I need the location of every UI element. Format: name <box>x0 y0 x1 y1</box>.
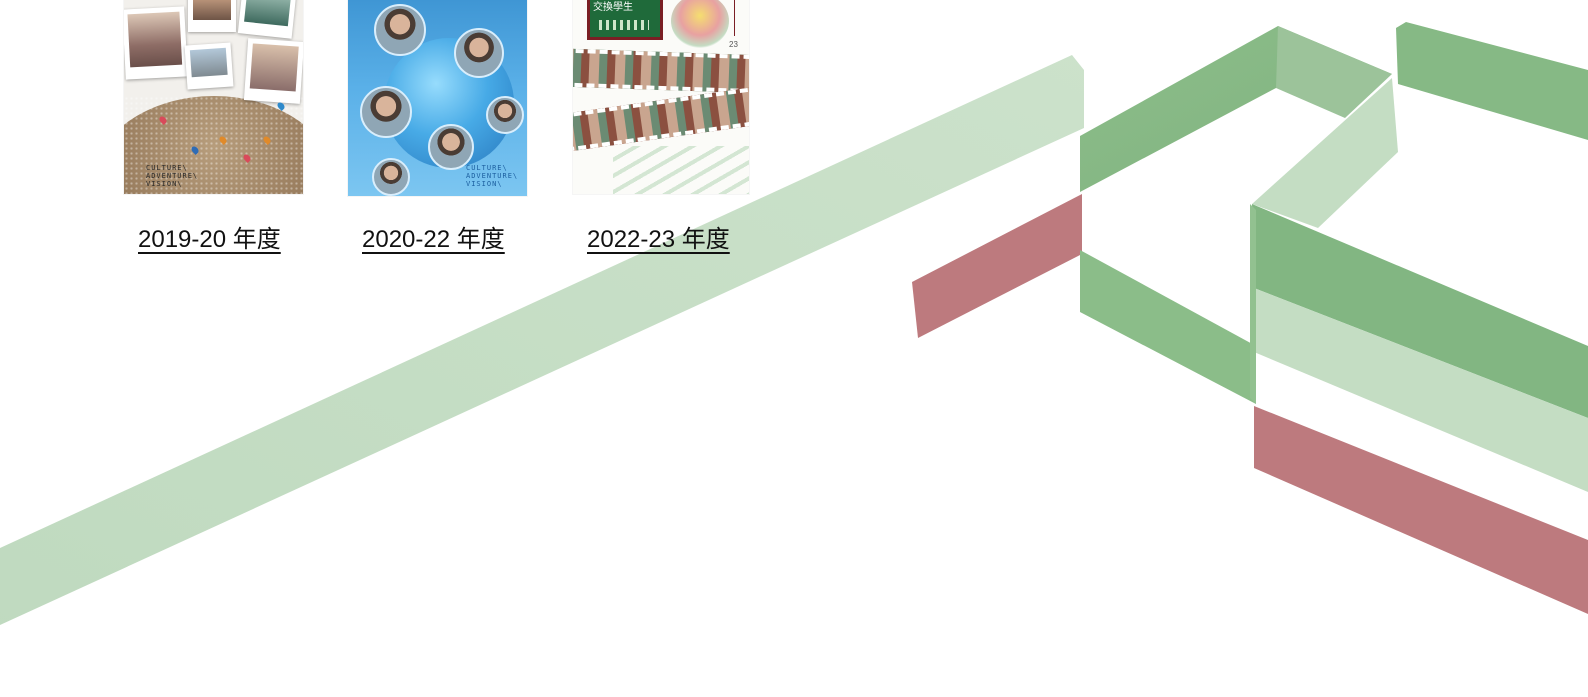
year-link-2022-23[interactable]: 2022-23 年度 <box>587 219 730 254</box>
vertical-rule <box>734 0 735 36</box>
cover-image-2022-23[interactable]: 交換學生 23 <box>573 0 749 194</box>
line-pattern <box>613 146 749 194</box>
photo-frame <box>243 38 303 104</box>
cover-tagline: CULTURE\ ADVENTURE\ VISION\ <box>466 164 519 188</box>
photo-frame <box>124 6 188 80</box>
cover-image-2019-20[interactable]: CULTURE\ ADVENTURE\ VISION\ <box>124 0 303 194</box>
photo-frame <box>237 0 297 39</box>
portrait-circle <box>360 86 412 138</box>
year-link-2020-22[interactable]: 2020-22 年度 <box>362 219 505 254</box>
photo-frame <box>188 0 236 32</box>
watercolor-splash <box>671 0 729 48</box>
portrait-circle <box>486 96 524 134</box>
portrait-circle <box>372 158 410 196</box>
cover-title: 交換學生 <box>593 2 633 13</box>
ribbon-green-lower <box>1080 250 1256 404</box>
portrait-circle <box>374 4 426 56</box>
ribbon-green-top-right <box>1396 22 1588 140</box>
skyline-graphic <box>599 20 649 30</box>
photo-frame <box>184 42 234 90</box>
page-number: 23 <box>729 40 738 49</box>
ribbon-vertical-join <box>1250 204 1256 404</box>
portrait-circle <box>454 28 504 78</box>
film-strip-red <box>573 86 749 152</box>
ribbon-red-left <box>912 194 1082 338</box>
cover-image-2020-22[interactable]: CULTURE\ ADVENTURE\ VISION\ <box>348 0 527 196</box>
film-strip-green <box>573 48 749 94</box>
cover-tagline: CULTURE\ ADVENTURE\ VISION\ <box>146 164 199 188</box>
year-link-2019-20[interactable]: 2019-20 年度 <box>138 219 281 254</box>
